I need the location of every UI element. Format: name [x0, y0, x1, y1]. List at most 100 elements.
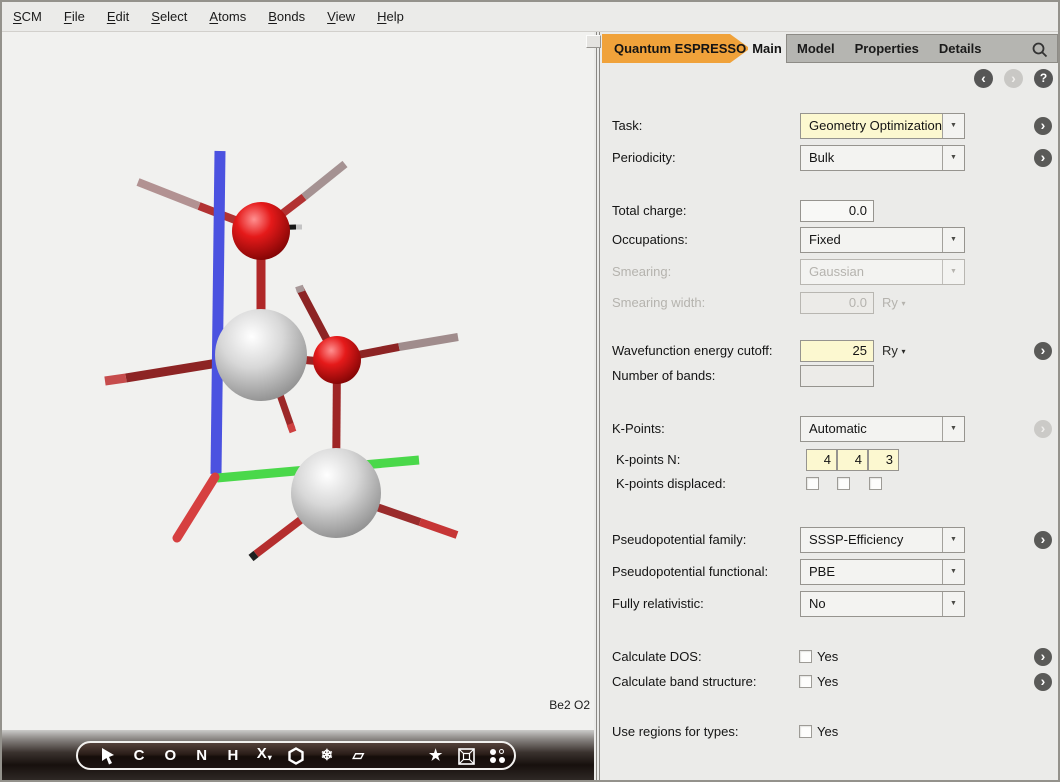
kpoints-n1-input[interactable]: 4 — [806, 449, 837, 471]
smearing-width-label: Smearing width: — [612, 292, 705, 314]
smearing-label: Smearing: — [612, 259, 671, 285]
atom-be[interactable] — [291, 448, 381, 538]
task-details-arrow[interactable]: › — [1034, 117, 1052, 135]
task-value: Geometry Optimization — [801, 114, 942, 138]
menu-select[interactable]: Select — [140, 2, 198, 31]
dropdown-arrow-icon: ▼ — [942, 417, 964, 441]
menu-file[interactable]: File — [53, 2, 96, 31]
dropdown-arrow-icon: ▼ — [942, 228, 964, 252]
cutoff-details-arrow[interactable]: › — [1034, 342, 1052, 360]
smearing-width-input: 0.0 — [800, 292, 874, 314]
history-forward-button[interactable]: › — [1004, 69, 1023, 88]
kpoints-n2-input[interactable]: 4 — [837, 449, 868, 471]
tab-properties[interactable]: Properties — [855, 41, 919, 56]
dropdown-arrow-icon: ▼ — [942, 528, 964, 552]
panel-tab-bar: Quantum ESPRESSO Main Model Properties D… — [600, 34, 1060, 63]
calc-dos-yes-label: Yes — [817, 650, 838, 664]
module-tab-quantum-espresso[interactable]: Quantum ESPRESSO — [602, 34, 750, 63]
pseudo-functional-dropdown[interactable]: PBE ▼ — [800, 559, 965, 585]
pseudo-family-dropdown[interactable]: SSSP-Efficiency ▼ — [800, 527, 965, 553]
splitter-sash-handle[interactable] — [586, 35, 601, 48]
tab-details[interactable]: Details — [939, 41, 982, 56]
app-window: SCMFileEditSelectAtomsBondsViewHelp Be2 … — [0, 0, 1060, 782]
element-toolbar: CONHX▾ ❄▱ ★ — [76, 741, 516, 770]
pseudo-family-label: Pseudopotential family: — [612, 527, 746, 553]
atom-o[interactable] — [313, 336, 361, 384]
dropdown-arrow-icon: ▼ — [942, 560, 964, 584]
menu-view[interactable]: View — [316, 2, 366, 31]
menu-bonds[interactable]: Bonds — [257, 2, 316, 31]
periodicity-dropdown[interactable]: Bulk ▼ — [800, 145, 965, 171]
favorite-structures-button[interactable]: ★ — [420, 743, 451, 768]
smearing-width-unit: Ry ▾ — [882, 292, 906, 315]
calc-band-yes-label: Yes — [817, 675, 838, 689]
num-bands-label: Number of bands: — [612, 365, 715, 387]
fully-relativistic-label: Fully relativistic: — [612, 591, 704, 617]
atom-o[interactable] — [232, 202, 290, 260]
dropdown-arrow-icon: ▼ — [942, 114, 964, 138]
element-x-button[interactable]: X▾ — [249, 741, 280, 770]
tab-strip: Model Properties Details — [786, 34, 1058, 63]
module-tab-label: Quantum ESPRESSO — [614, 41, 746, 56]
kpoints-displaced-1-checkbox[interactable] — [806, 477, 819, 490]
cutoff-label: Wavefunction energy cutoff: — [612, 340, 772, 362]
pseudo-family-details-arrow[interactable]: › — [1034, 531, 1052, 549]
element-h-button[interactable]: H — [217, 743, 248, 768]
menu-scm[interactable]: SCM — [2, 2, 53, 31]
smearing-value: Gaussian — [801, 260, 942, 284]
kpoints-label: K-Points: — [612, 416, 665, 442]
menu-atoms[interactable]: Atoms — [198, 2, 257, 31]
kpoints-displaced-2-checkbox[interactable] — [837, 477, 850, 490]
atom-be[interactable] — [215, 309, 307, 401]
periodicity-value: Bulk — [801, 146, 942, 170]
fully-relativistic-value: No — [801, 592, 942, 616]
periodicity-label: Periodicity: — [612, 145, 676, 171]
element-n-button[interactable]: N — [186, 743, 217, 768]
calc-dos-details-arrow[interactable]: › — [1034, 648, 1052, 666]
search-icon[interactable] — [1031, 41, 1049, 59]
history-back-button[interactable]: ‹ — [974, 69, 993, 88]
fully-relativistic-dropdown[interactable]: No ▼ — [800, 591, 965, 617]
element-o-button[interactable]: O — [155, 743, 186, 768]
select-cursor-button[interactable] — [92, 743, 123, 768]
calc-band-checkbox[interactable] — [799, 675, 812, 688]
plane-tool-button[interactable]: ▱ — [343, 743, 374, 768]
ring-tool-button[interactable] — [280, 743, 311, 768]
kpoints-displaced-label: K-points displaced: — [616, 477, 726, 491]
kpoints-displaced-3-checkbox[interactable] — [869, 477, 882, 490]
calc-dos-checkbox[interactable] — [799, 650, 812, 663]
periodicity-details-arrow[interactable]: › — [1034, 149, 1052, 167]
task-dropdown[interactable]: Geometry Optimization ▼ — [800, 113, 965, 139]
tab-model[interactable]: Model — [797, 41, 835, 56]
molecule-3d-scene[interactable] — [2, 32, 594, 730]
molecule-viewer[interactable]: Be2 O2 CONHX▾ ❄▱ ★ — [2, 32, 594, 780]
help-button[interactable]: ? — [1034, 69, 1053, 88]
total-charge-label: Total charge: — [612, 200, 686, 222]
unit-cell-button[interactable] — [451, 743, 482, 768]
occupations-dropdown[interactable]: Fixed ▼ — [800, 227, 965, 253]
use-regions-checkbox[interactable] — [799, 725, 812, 738]
kpoints-details-arrow: › — [1034, 420, 1052, 438]
menu-edit[interactable]: Edit — [96, 2, 140, 31]
element-c-button[interactable]: C — [123, 743, 154, 768]
pseudo-family-value: SSSP-Efficiency — [801, 528, 942, 552]
calc-band-details-arrow[interactable]: › — [1034, 673, 1052, 691]
occupations-label: Occupations: — [612, 227, 688, 253]
kpoints-dropdown[interactable]: Automatic ▼ — [800, 416, 965, 442]
menu-bar: SCMFileEditSelectAtomsBondsViewHelp — [2, 2, 1058, 32]
pseudo-functional-value: PBE — [801, 560, 942, 584]
cutoff-input[interactable]: 25 — [800, 340, 874, 362]
smearing-dropdown: Gaussian ▼ — [800, 259, 965, 285]
formula-label: Be2 O2 — [549, 698, 590, 712]
cutoff-unit[interactable]: Ry ▾ — [882, 340, 906, 363]
total-charge-input[interactable]: 0.0 — [800, 200, 874, 222]
molecule-display-button[interactable] — [483, 743, 514, 768]
menu-help[interactable]: Help — [366, 2, 415, 31]
num-bands-input[interactable] — [800, 365, 874, 387]
settings-panel: Quantum ESPRESSO Main Model Properties D… — [600, 32, 1060, 780]
kpoints-n3-input[interactable]: 3 — [868, 449, 899, 471]
use-regions-yes-label: Yes — [817, 725, 838, 739]
tab-main[interactable]: Main — [748, 34, 786, 63]
crystal-tool-button[interactable]: ❄ — [311, 743, 342, 768]
calc-dos-label: Calculate DOS: — [612, 650, 702, 664]
